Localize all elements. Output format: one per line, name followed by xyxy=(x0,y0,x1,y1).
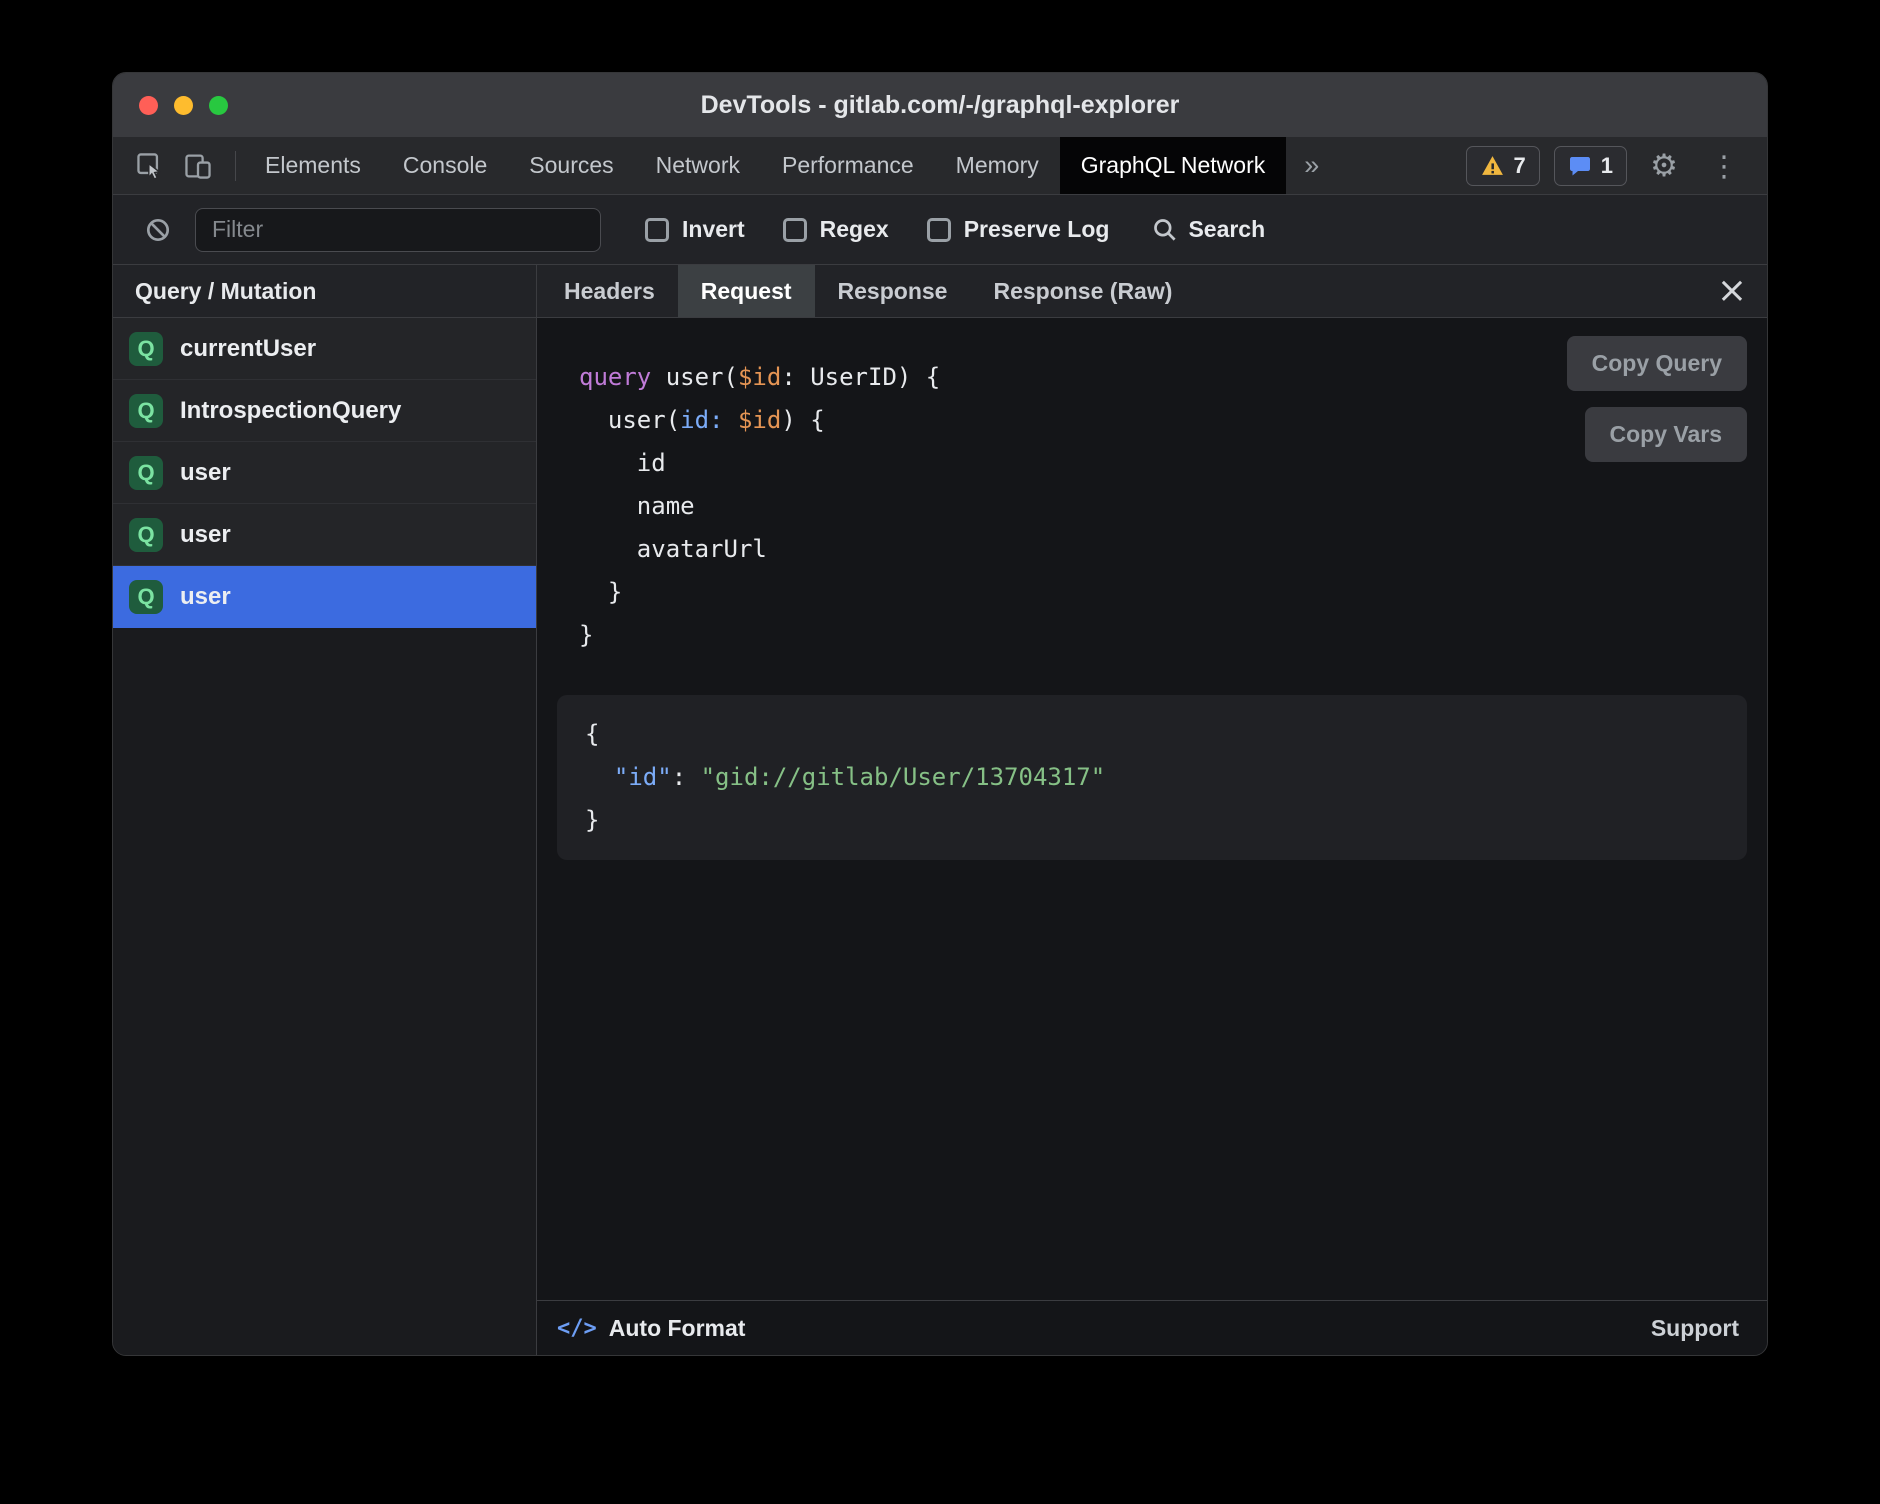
tab-console[interactable]: Console xyxy=(382,137,508,194)
query-variables-box: { "id": "gid://gitlab/User/13704317"} xyxy=(557,695,1747,860)
auto-format-button[interactable]: </> Auto Format xyxy=(557,1315,745,1342)
filter-checkboxes: Invert Regex Preserve Log xyxy=(645,216,1109,243)
issue-count: 1 xyxy=(1601,153,1613,179)
device-toolbar-button[interactable] xyxy=(175,144,221,188)
request-list-pane: Query / Mutation QcurrentUserQIntrospect… xyxy=(113,265,537,1355)
request-list-item[interactable]: QcurrentUser xyxy=(113,318,536,380)
checkbox-regex[interactable]: Regex xyxy=(783,216,889,243)
warning-icon xyxy=(1480,153,1505,178)
request-detail-pane: HeadersRequestResponseResponse (Raw) × q… xyxy=(537,265,1767,1355)
filter-input[interactable] xyxy=(195,208,601,252)
panel-tabs: ElementsConsoleSourcesNetworkPerformance… xyxy=(244,137,1286,194)
detail-tab-response-raw[interactable]: Response (Raw) xyxy=(970,265,1195,317)
request-name: user xyxy=(180,583,231,611)
window-title: DevTools - gitlab.com/-/graphql-explorer xyxy=(113,91,1767,120)
detail-tabs: HeadersRequestResponseResponse (Raw) × xyxy=(537,265,1767,318)
query-variables-code: { "id": "gid://gitlab/User/13704317"} xyxy=(585,713,1719,842)
traffic-lights xyxy=(139,96,228,115)
kebab-menu-icon: ⋮ xyxy=(1710,149,1739,183)
query-type-icon: Q xyxy=(129,580,163,614)
more-options-button[interactable]: ⋮ xyxy=(1701,144,1747,188)
detail-tab-headers[interactable]: Headers xyxy=(541,265,678,317)
code-line: { xyxy=(585,713,1719,756)
code-line: avatarUrl xyxy=(579,528,1747,571)
auto-format-label: Auto Format xyxy=(609,1315,746,1342)
toolbar-separator xyxy=(235,151,236,181)
detail-tab-response[interactable]: Response xyxy=(815,265,971,317)
request-list-item[interactable]: Q IntrospectionQuery xyxy=(113,380,536,442)
query-type-icon: Q xyxy=(129,394,163,428)
detail-footer: </> Auto Format Support xyxy=(537,1300,1767,1355)
query-type-icon: Q xyxy=(129,518,163,552)
copy-vars-button[interactable]: Copy Vars xyxy=(1585,407,1748,462)
warnings-badge[interactable]: 7 xyxy=(1466,146,1540,186)
device-toolbar-icon xyxy=(183,151,213,181)
request-name: currentUser xyxy=(180,335,316,363)
checkbox-label: Regex xyxy=(820,216,889,243)
toolbar-left-icons xyxy=(113,137,227,194)
code-line: } xyxy=(585,799,1719,842)
code-line: } xyxy=(579,571,1747,614)
devtools-window: DevTools - gitlab.com/-/graphql-explorer… xyxy=(112,72,1768,1356)
copy-buttons: Copy Query Copy Vars xyxy=(1567,336,1747,462)
request-list-item[interactable]: Quser xyxy=(113,566,536,628)
support-link[interactable]: Support xyxy=(1651,1315,1739,1342)
inspect-cursor-icon xyxy=(135,151,165,181)
request-name: user xyxy=(180,521,231,549)
query-type-icon: Q xyxy=(129,332,163,366)
filter-bar: Invert Regex Preserve Log Search xyxy=(113,195,1767,265)
minimize-window-button[interactable] xyxy=(174,96,193,115)
main-split: Query / Mutation QcurrentUserQIntrospect… xyxy=(113,265,1767,1355)
tab-memory[interactable]: Memory xyxy=(935,137,1060,194)
block-icon xyxy=(144,216,172,244)
toolbar-right: 7 1 ⚙ ⋮ xyxy=(1466,137,1768,194)
issues-badge[interactable]: 1 xyxy=(1554,146,1627,186)
request-tab-content: query user($id: UserID) { user(id: $id) … xyxy=(537,318,1767,1300)
tab-performance[interactable]: Performance xyxy=(761,137,935,194)
message-bubble-icon xyxy=(1568,154,1592,178)
checkbox-invert[interactable]: Invert xyxy=(645,216,745,243)
search-icon xyxy=(1151,216,1178,243)
zoom-window-button[interactable] xyxy=(209,96,228,115)
detail-tabs-list: HeadersRequestResponseResponse (Raw) xyxy=(541,265,1195,317)
tab-network[interactable]: Network xyxy=(635,137,761,194)
titlebar: DevTools - gitlab.com/-/graphql-explorer xyxy=(113,73,1767,137)
detail-tab-request[interactable]: Request xyxy=(678,265,815,317)
checkbox-box[interactable] xyxy=(927,218,951,242)
code-format-icon: </> xyxy=(557,1316,597,1341)
request-list-item[interactable]: Quser xyxy=(113,504,536,566)
request-list: QcurrentUserQIntrospectionQueryQuserQuse… xyxy=(113,318,536,628)
more-panels-button[interactable]: » xyxy=(1286,137,1337,194)
checkbox-label: Invert xyxy=(682,216,745,243)
settings-button[interactable]: ⚙ xyxy=(1641,144,1687,188)
code-line: } xyxy=(579,614,1747,657)
tab-elements[interactable]: Elements xyxy=(244,137,382,194)
code-line: "id": "gid://gitlab/User/13704317" xyxy=(585,756,1719,799)
tab-graphql-network[interactable]: GraphQL Network xyxy=(1060,137,1287,194)
checkbox-preserve-log[interactable]: Preserve Log xyxy=(927,216,1110,243)
inspect-element-button[interactable] xyxy=(127,144,173,188)
request-name: user xyxy=(180,459,231,487)
checkbox-box[interactable] xyxy=(783,218,807,242)
search-label: Search xyxy=(1188,216,1265,243)
clear-filter-button[interactable] xyxy=(135,208,181,252)
devtools-toolbar: ElementsConsoleSourcesNetworkPerformance… xyxy=(113,137,1767,195)
code-line: name xyxy=(579,485,1747,528)
gear-icon: ⚙ xyxy=(1650,148,1678,184)
request-name: IntrospectionQuery xyxy=(180,397,401,425)
checkbox-box[interactable] xyxy=(645,218,669,242)
close-detail-button[interactable]: × xyxy=(1717,273,1747,309)
query-type-icon: Q xyxy=(129,456,163,490)
request-list-item[interactable]: Quser xyxy=(113,442,536,504)
close-window-button[interactable] xyxy=(139,96,158,115)
request-list-header: Query / Mutation xyxy=(113,265,536,318)
warning-count: 7 xyxy=(1514,153,1526,179)
checkbox-label: Preserve Log xyxy=(964,216,1110,243)
copy-query-button[interactable]: Copy Query xyxy=(1567,336,1747,391)
tab-sources[interactable]: Sources xyxy=(508,137,634,194)
search-button[interactable]: Search xyxy=(1151,216,1265,243)
